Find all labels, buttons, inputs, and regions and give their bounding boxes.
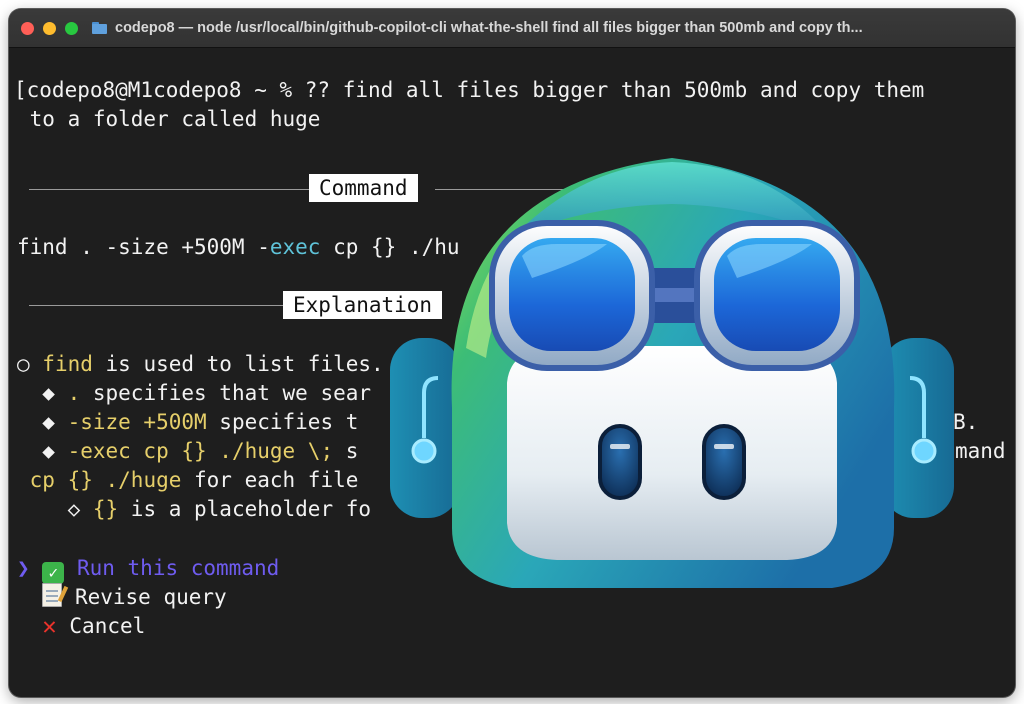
explanation-text: is a placeholder fo: [118, 497, 372, 521]
github-copilot-mascot-icon: [390, 158, 954, 588]
bullet-circle: ○: [17, 352, 43, 376]
check-mark-button-icon: ✓: [42, 562, 65, 584]
command-keyword-exec: exec: [269, 235, 321, 259]
explanation-line-2: ◆ . specifies that we sear: [17, 379, 371, 408]
zoom-button[interactable]: [65, 21, 78, 35]
explanation-line-4: ◆ -exec cp {} ./huge \; s: [17, 437, 358, 466]
command-part-1: find . -size +500M -: [17, 235, 270, 259]
explanation-line-6: ◇ {} is a placeholder fo: [17, 495, 371, 524]
memo-icon: [42, 583, 63, 607]
title-bar[interactable]: codepo8 — node /usr/local/bin/github-cop…: [9, 9, 1015, 48]
minimize-button[interactable]: [43, 21, 56, 35]
menu-item-revise[interactable]: Revise query: [17, 583, 227, 612]
cancel-label: Cancel: [69, 614, 146, 638]
bullet-diamond: ◆: [17, 410, 68, 434]
explanation-text: for each file: [181, 468, 359, 492]
explanation-line-4-tail: mand: [955, 439, 1006, 463]
menu-item-run[interactable]: ❯ ✓ Run this command: [17, 554, 279, 584]
highlight-text: .: [67, 381, 81, 405]
cross-mark-icon: ✕: [42, 612, 57, 640]
run-command-label: Run this command: [76, 556, 280, 580]
explanation-text: is used to list files.: [92, 352, 384, 376]
revise-query-label: Revise query: [74, 585, 227, 609]
highlight-text: {}: [92, 497, 119, 521]
window-title: codepo8 — node /usr/local/bin/github-cop…: [115, 20, 863, 36]
explanation-line-3: ◆ -size +500M specifies t: [17, 408, 358, 437]
highlight-text: find: [42, 352, 93, 376]
explanation-text: s: [333, 439, 359, 463]
highlight-text: cp {} ./huge: [29, 468, 182, 492]
prompt-line-2: to a folder called huge: [17, 107, 321, 131]
bullet-diamond: ◆: [17, 381, 68, 405]
bullet-diamond: ◆: [17, 439, 68, 463]
highlight-text: -size +500M: [67, 410, 207, 434]
menu-item-cancel[interactable]: ✕ Cancel: [17, 612, 145, 641]
explanation-text: specifies that we sear: [80, 381, 372, 405]
explanation-line-5: cp {} ./huge for each file: [17, 466, 359, 495]
folder-icon: [92, 22, 107, 34]
explanation-rule-left: [29, 305, 289, 306]
window-controls: [21, 21, 78, 35]
bullet-hollow-diamond: ◇: [17, 497, 93, 521]
command-rule-left: [29, 189, 317, 190]
prompt-line-1: [codepo8@M1codepo8 ~ % ?? find all files…: [14, 78, 925, 102]
explanation-line-1: ○ find is used to list files.: [17, 350, 384, 379]
explanation-text: specifies t: [206, 410, 359, 434]
close-button[interactable]: [21, 21, 34, 35]
selection-pointer-icon: ❯: [17, 556, 30, 580]
highlight-text: -exec cp {} ./huge \;: [67, 439, 334, 463]
